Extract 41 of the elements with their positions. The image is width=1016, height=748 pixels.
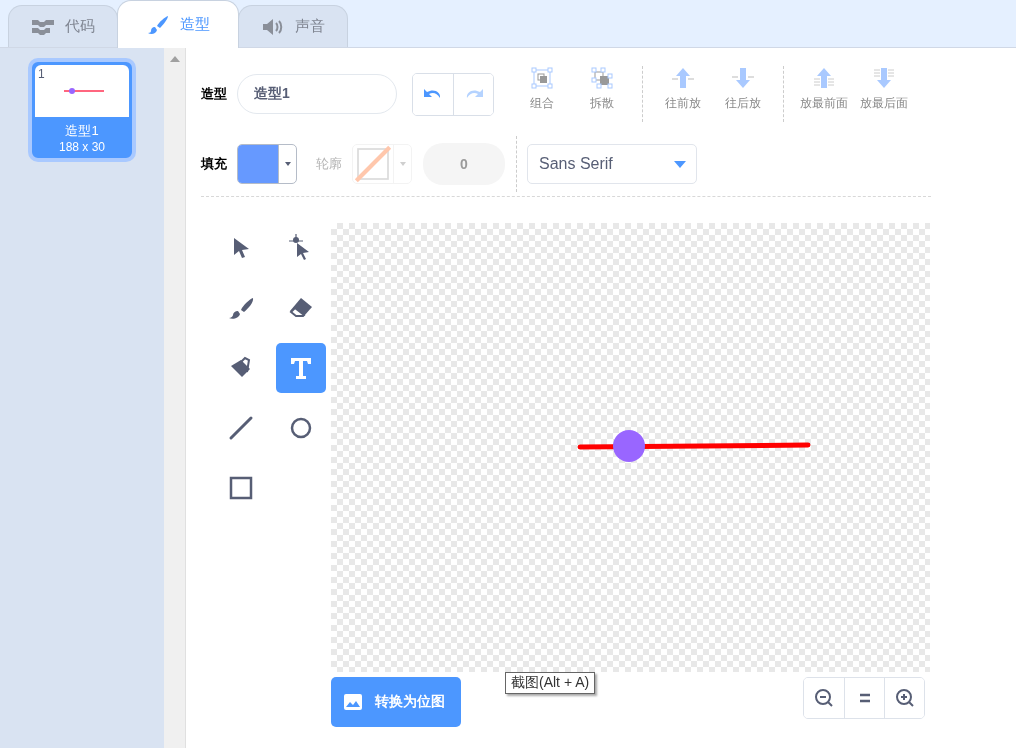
costume-number: 1 <box>38 67 45 81</box>
arrange-button[interactable]: 往后放 <box>713 66 773 122</box>
costume-label: 造型 <box>201 85 227 103</box>
tooltip: 截图(Alt + A) <box>505 672 596 694</box>
arrange-button[interactable]: 放最后面 <box>854 66 914 122</box>
costume-size: 188 x 30 <box>57 140 106 154</box>
image-icon <box>343 693 363 711</box>
costume-name: 造型1 <box>64 122 100 140</box>
arrange-button[interactable]: 放最前面 <box>794 66 854 122</box>
arrow-up-icon <box>811 66 837 90</box>
line-icon <box>227 414 255 442</box>
dropdown-arrow-icon <box>674 160 686 168</box>
zoom-button[interactable] <box>884 678 924 718</box>
costume-name-field[interactable]: 造型1 <box>237 74 397 114</box>
tab[interactable]: 声音 <box>238 5 348 47</box>
arrow-up-icon <box>670 66 696 90</box>
fill-color-picker[interactable] <box>237 144 297 184</box>
caret-icon <box>399 162 406 166</box>
arrange-button[interactable]: 拆散 <box>572 66 632 122</box>
tool-button[interactable] <box>276 343 326 393</box>
no-color-icon <box>353 144 393 184</box>
arrange-button[interactable]: 往前放 <box>653 66 713 122</box>
caret-icon <box>284 162 291 166</box>
arrow-down-icon <box>730 66 756 90</box>
paintbrush-icon <box>146 14 170 35</box>
ungroup-icon <box>589 66 615 90</box>
group-icon <box>529 66 555 90</box>
arrow-down-icon <box>871 66 897 90</box>
font-dropdown[interactable]: Sans Serif <box>527 144 697 184</box>
costume-card[interactable]: 1 造型1 188 x 30 <box>28 58 136 162</box>
costume-thumbnail <box>63 87 105 95</box>
tab[interactable]: 代码 <box>8 5 118 47</box>
zoom-in-icon <box>894 688 915 708</box>
rectangle-icon <box>227 474 255 502</box>
outline-label: 轮廓 <box>316 155 342 173</box>
zoom-out-icon <box>814 688 834 708</box>
arrange-button[interactable]: 组合 <box>512 66 572 122</box>
speaker-icon <box>261 16 285 37</box>
convert-to-bitmap-button[interactable]: 转换为位图 <box>331 677 461 727</box>
tab[interactable]: 造型 <box>117 0 239 48</box>
fill-label: 填充 <box>201 155 227 173</box>
